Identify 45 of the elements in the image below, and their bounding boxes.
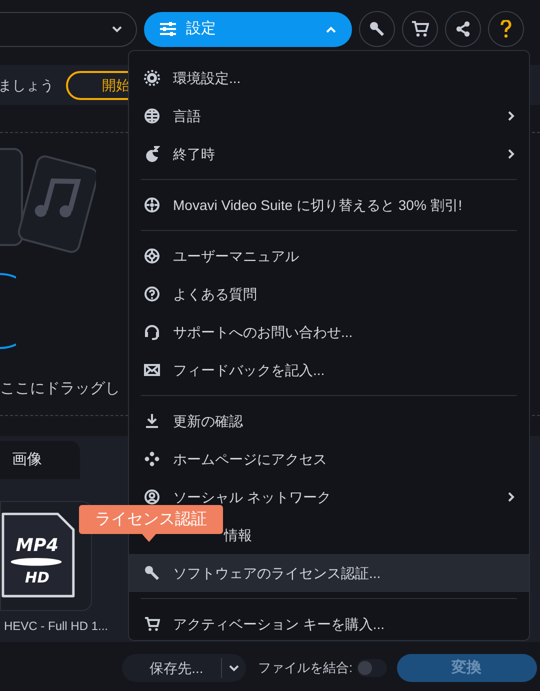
- headset-icon: [144, 324, 160, 340]
- key-button[interactable]: [359, 11, 395, 47]
- key-icon: [369, 21, 385, 37]
- share-button[interactable]: [445, 11, 481, 47]
- preset-label: HEVC - Full HD 1...: [4, 618, 110, 635]
- help-button[interactable]: [488, 11, 524, 47]
- tooltip: ライセンス認証: [79, 505, 223, 534]
- merge-label: ファイルを結合:: [258, 659, 353, 678]
- tooltip-pointer-icon: [142, 534, 156, 542]
- save-to-button[interactable]: 保存先...: [122, 654, 246, 682]
- merge-toggle[interactable]: [356, 659, 387, 677]
- menu-item[interactable]: ソフトウェアのライセンス認証...: [129, 554, 529, 592]
- dots-cluster-icon: [144, 451, 160, 467]
- menu-item[interactable]: 更新の確認: [129, 402, 529, 440]
- menu-item[interactable]: フィードバックを記入...: [129, 351, 529, 389]
- download-icon: [144, 413, 160, 429]
- sliders-icon: [160, 22, 176, 36]
- menu-item[interactable]: ホームページにアクセス: [129, 440, 529, 478]
- menu-item[interactable]: ユーザーマニュアル: [129, 237, 529, 275]
- menu-item[interactable]: サポートへのお問い合わせ...: [129, 313, 529, 351]
- globe-icon: [144, 108, 160, 124]
- chevron-up-icon: [326, 26, 336, 32]
- format-tab[interactable]: 画像: [0, 441, 80, 479]
- user-circle-icon: [144, 489, 160, 505]
- menu-item[interactable]: 言語: [129, 97, 529, 135]
- envelope-icon: [144, 362, 160, 378]
- question-mark-icon: [500, 20, 512, 38]
- menu-item[interactable]: Movavi Video Suite に切り替えると 30% 割引!: [129, 186, 529, 224]
- key-icon: [144, 565, 160, 581]
- cart-button[interactable]: [402, 11, 438, 47]
- film-reel-icon: [144, 197, 160, 213]
- drop-hint: ここにドラッグし: [0, 379, 120, 399]
- lifebuoy-icon: [144, 248, 160, 264]
- cart-icon: [144, 616, 160, 632]
- question-circle-icon: [144, 286, 160, 302]
- chevron-down-icon: [112, 26, 122, 32]
- share-icon: [455, 21, 471, 37]
- chevron-down-icon: [229, 664, 239, 672]
- menu-item[interactable]: 終了時: [129, 135, 529, 173]
- gear-icon: [144, 70, 160, 86]
- moon-icon: [144, 146, 160, 162]
- menu-item[interactable]: アクティベーション キーを購入...: [129, 605, 529, 643]
- banner-text: ましょう: [0, 76, 54, 94]
- menu-item[interactable]: よくある質問: [129, 275, 529, 313]
- cart-icon: [411, 21, 429, 37]
